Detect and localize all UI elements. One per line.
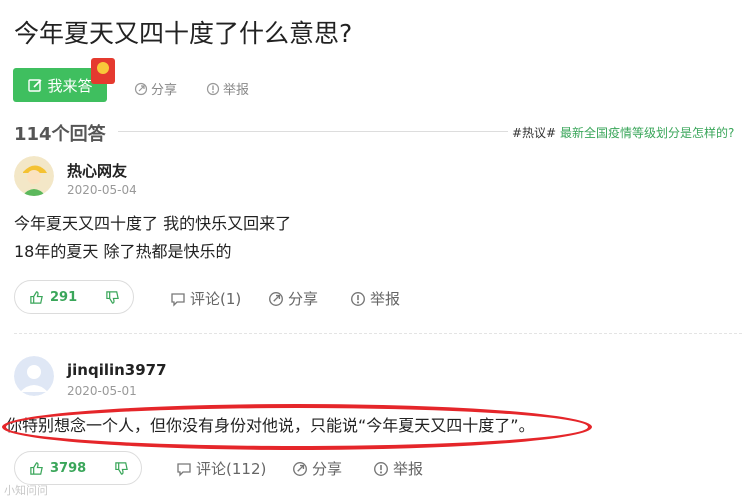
report-label: 举报: [393, 460, 424, 478]
comment-label: 评论(1): [190, 290, 242, 308]
comment-icon: [170, 291, 186, 307]
like-count: 3798: [50, 460, 87, 476]
answer-date: 2020-05-01: [67, 384, 137, 398]
share-button[interactable]: 分享: [268, 288, 318, 309]
like-button[interactable]: 3798: [15, 461, 100, 476]
dislike-button[interactable]: [91, 290, 134, 305]
like-count: 291: [50, 289, 78, 305]
share-button[interactable]: 分享: [292, 458, 342, 479]
report-icon: [206, 82, 220, 96]
vote-control: 3798: [14, 451, 142, 485]
edit-icon: [27, 77, 43, 93]
question-title: 今年夏天又四十度了什么意思?: [14, 19, 353, 48]
share-label: 分享: [312, 460, 343, 478]
thumb-down-icon: [105, 290, 120, 305]
report-icon: [350, 291, 366, 307]
comment-button[interactable]: 评论(112): [176, 458, 266, 479]
report-button[interactable]: 举报: [373, 458, 423, 479]
report-label: 举报: [223, 83, 250, 98]
answer-author[interactable]: 热心网友: [67, 160, 127, 181]
like-button[interactable]: 291: [15, 290, 91, 305]
answer-divider: [14, 333, 742, 334]
share-icon: [268, 291, 284, 307]
thumb-up-icon: [29, 290, 44, 305]
share-label: 分享: [151, 83, 178, 98]
comment-button[interactable]: 评论(1): [170, 288, 241, 309]
comment-icon: [176, 461, 192, 477]
share-icon: [292, 461, 308, 477]
comment-label: 评论(112): [196, 460, 267, 478]
avatar[interactable]: [14, 356, 54, 396]
answer-author[interactable]: jinqilin3977: [67, 361, 167, 379]
share-label: 分享: [288, 290, 319, 308]
answer-count: 114个回答: [14, 124, 106, 145]
answer-button-label: 我来答: [47, 76, 93, 95]
report-button[interactable]: 举报: [350, 288, 400, 309]
topic-tag: #热议#: [512, 126, 557, 140]
answer-text-line: 18年的夏天 除了热都是快乐的: [14, 242, 232, 261]
answer-date: 2020-05-04: [67, 183, 137, 197]
dislike-button[interactable]: [100, 461, 143, 476]
topic-link[interactable]: 最新全国疫情等级划分是怎样的?: [560, 126, 734, 140]
thumb-up-icon: [29, 461, 44, 476]
vote-control: 291: [14, 280, 134, 314]
watermark: 小知问问: [4, 484, 48, 497]
report-icon: [373, 461, 389, 477]
red-packet-icon[interactable]: [91, 58, 115, 84]
answer-text-line: 今年夏天又四十度了 我的快乐又回来了: [14, 214, 292, 233]
share-icon: [134, 82, 148, 96]
avatar[interactable]: [14, 156, 54, 196]
report-label: 举报: [370, 290, 401, 308]
header-divider: [118, 131, 508, 132]
thumb-down-icon: [114, 461, 129, 476]
report-link[interactable]: 举报: [206, 79, 249, 98]
highlight-circle: [2, 404, 592, 450]
share-link[interactable]: 分享: [134, 79, 177, 98]
hot-topic[interactable]: #热议# 最新全国疫情等级划分是怎样的?: [512, 124, 734, 141]
